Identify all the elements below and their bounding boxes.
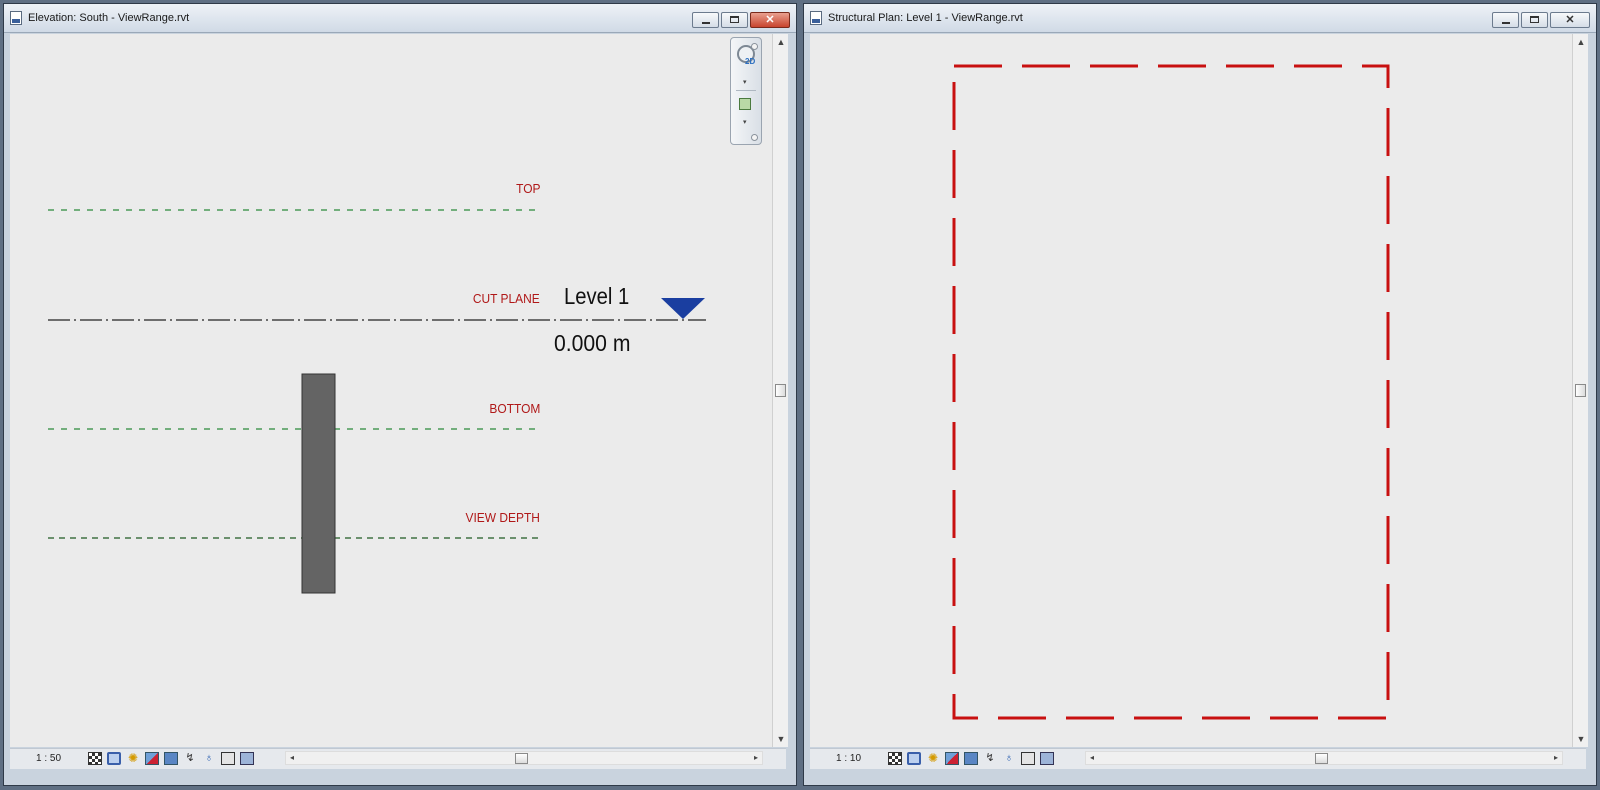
horizontal-scrollbar[interactable]: ◂ ▸ xyxy=(285,751,763,765)
nav-2d-glyph: 2D xyxy=(745,57,756,66)
detail-level-icon[interactable] xyxy=(88,752,102,765)
minimize-button[interactable] xyxy=(1492,12,1519,28)
structural-plan-window: Structural Plan: Level 1 - ViewRange.rvt… xyxy=(803,3,1597,786)
close-button[interactable]: ✕ xyxy=(1550,12,1590,28)
temporary-hide-icon[interactable]: ♁ xyxy=(1002,752,1016,765)
window-title: Structural Plan: Level 1 - ViewRange.rvt xyxy=(828,12,1023,24)
analytical-model-icon[interactable] xyxy=(240,752,254,765)
drawing-canvas[interactable] xyxy=(810,34,1572,747)
minimize-icon xyxy=(702,22,710,24)
structural-column[interactable] xyxy=(301,373,336,594)
plan-drawing xyxy=(952,64,1390,720)
level-head-marker[interactable] xyxy=(661,298,705,319)
shadows-icon[interactable] xyxy=(145,752,159,765)
view-control-bar: 1 : 50 ✺ ↯ ♁ ◂ ▸ xyxy=(10,748,786,769)
detail-level-icon[interactable] xyxy=(888,752,902,765)
analytical-model-icon[interactable] xyxy=(1040,752,1054,765)
minimize-icon xyxy=(1502,22,1510,24)
horizontal-scroll-thumb[interactable] xyxy=(515,753,528,764)
title-bar[interactable]: Structural Plan: Level 1 - ViewRange.rvt… xyxy=(804,4,1596,33)
crop-view-icon[interactable] xyxy=(964,752,978,765)
elevation-view-window: Elevation: South - ViewRange.rvt ✕ TOP C… xyxy=(3,3,797,786)
crop-view-icon[interactable] xyxy=(164,752,178,765)
horizontal-scroll-thumb[interactable] xyxy=(1315,753,1328,764)
bottom-label: BOTTOM xyxy=(489,401,540,416)
horizontal-scrollbar[interactable]: ◂ ▸ xyxy=(1085,751,1563,765)
scroll-left-icon[interactable]: ◂ xyxy=(1086,752,1098,764)
minimize-button[interactable] xyxy=(692,12,719,28)
maximize-icon xyxy=(730,16,739,23)
title-bar[interactable]: Elevation: South - ViewRange.rvt ✕ xyxy=(4,4,796,33)
vertical-scroll-thumb[interactable] xyxy=(775,384,786,397)
view-depth-label: VIEW DEPTH xyxy=(465,510,540,525)
zoom-region-icon[interactable] xyxy=(739,98,751,110)
chevron-down-icon[interactable]: ▾ xyxy=(743,78,747,86)
view-scale[interactable]: 1 : 10 xyxy=(836,753,861,764)
close-button[interactable]: ✕ xyxy=(750,12,790,28)
view-scale[interactable]: 1 : 50 xyxy=(36,753,61,764)
level-elevation[interactable]: 0.000 m xyxy=(554,330,630,357)
nav-divider xyxy=(736,90,756,91)
scroll-down-icon[interactable]: ▼ xyxy=(1573,731,1589,747)
top-label: TOP xyxy=(515,181,540,196)
temporary-hide-icon[interactable]: ♁ xyxy=(202,752,216,765)
scroll-up-icon[interactable]: ▲ xyxy=(773,34,789,50)
nav-bar-dot xyxy=(751,134,758,141)
revit-document-icon xyxy=(10,11,22,25)
reveal-hidden-icon[interactable] xyxy=(221,752,235,765)
level-name[interactable]: Level 1 xyxy=(564,283,629,310)
chevron-down-icon[interactable]: ▾ xyxy=(743,118,747,126)
close-icon: ✕ xyxy=(765,14,775,26)
view-control-bar: 1 : 10 ✺ ↯ ♁ ◂ ▸ xyxy=(810,748,1586,769)
cut-plane-label: CUT PLANE xyxy=(473,291,540,306)
shadows-icon[interactable] xyxy=(945,752,959,765)
sun-path-icon[interactable]: ✺ xyxy=(926,752,940,765)
scroll-left-icon[interactable]: ◂ xyxy=(286,752,298,764)
view-control-icons: ✺ ↯ ♁ xyxy=(888,752,1059,765)
maximize-button[interactable] xyxy=(1521,12,1548,28)
maximize-icon xyxy=(1530,16,1539,23)
view-control-icons: ✺ ↯ ♁ xyxy=(88,752,259,765)
navigation-bar: 2D ▾ ▾ xyxy=(730,37,762,145)
scroll-down-icon[interactable]: ▼ xyxy=(773,731,789,747)
show-crop-region-icon[interactable]: ↯ xyxy=(183,752,197,765)
scroll-right-icon[interactable]: ▸ xyxy=(1550,752,1562,764)
scroll-up-icon[interactable]: ▲ xyxy=(1573,34,1589,50)
vertical-scrollbar[interactable]: ▲ ▼ xyxy=(772,34,788,747)
nav-bar-dot xyxy=(751,43,758,50)
visual-style-icon[interactable] xyxy=(907,752,921,765)
show-crop-region-icon[interactable]: ↯ xyxy=(983,752,997,765)
maximize-button[interactable] xyxy=(721,12,748,28)
elevation-drawing xyxy=(48,209,706,594)
scroll-right-icon[interactable]: ▸ xyxy=(750,752,762,764)
vertical-scroll-thumb[interactable] xyxy=(1575,384,1586,397)
drawing-canvas[interactable]: TOP CUT PLANE BOTTOM VIEW DEPTH Level 1 … xyxy=(10,34,772,747)
column-outline[interactable] xyxy=(952,64,1390,720)
window-title: Elevation: South - ViewRange.rvt xyxy=(28,12,190,24)
vertical-scrollbar[interactable]: ▲ ▼ xyxy=(1572,34,1588,747)
sun-path-icon[interactable]: ✺ xyxy=(126,752,140,765)
reveal-hidden-icon[interactable] xyxy=(1021,752,1035,765)
revit-document-icon xyxy=(810,11,822,25)
close-icon: ✕ xyxy=(1565,14,1575,26)
visual-style-icon[interactable] xyxy=(107,752,121,765)
